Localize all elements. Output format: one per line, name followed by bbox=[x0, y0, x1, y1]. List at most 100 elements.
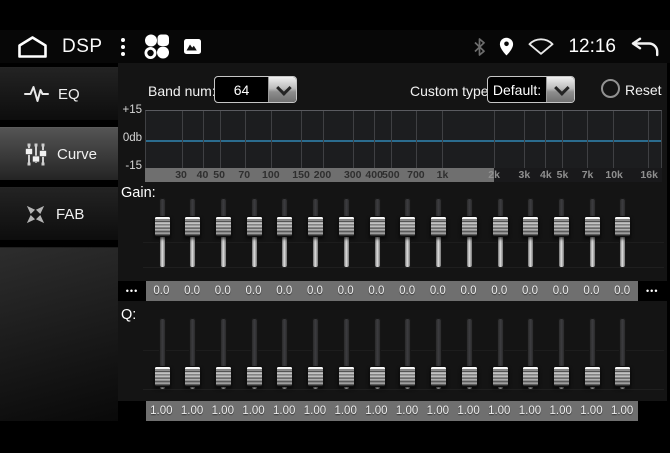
waveform-icon bbox=[24, 83, 49, 105]
slider-thumb[interactable] bbox=[614, 216, 631, 237]
gain-overflow-left-button[interactable]: ••• bbox=[118, 281, 146, 301]
q-slider[interactable] bbox=[338, 318, 355, 390]
slider-thumb[interactable] bbox=[492, 366, 509, 387]
slider-thumb[interactable] bbox=[522, 366, 539, 387]
slider-thumb[interactable] bbox=[461, 216, 478, 237]
back-icon[interactable] bbox=[629, 37, 660, 57]
gain-slider[interactable] bbox=[307, 198, 324, 268]
slider-thumb[interactable] bbox=[369, 366, 386, 387]
q-slider[interactable] bbox=[522, 318, 539, 390]
slider-thumb[interactable] bbox=[184, 216, 201, 237]
slider-thumb[interactable] bbox=[492, 216, 509, 237]
slider-thumb[interactable] bbox=[430, 366, 447, 387]
slider-thumb[interactable] bbox=[584, 216, 601, 237]
gain-slider[interactable] bbox=[522, 198, 539, 268]
band-num-dropdown[interactable]: 64 bbox=[214, 76, 297, 103]
freq-tick-label: 10k bbox=[605, 168, 623, 182]
slider-thumb[interactable] bbox=[246, 216, 263, 237]
freq-strip[interactable]: 304050701001502003004005007001k2k3k4k5k7… bbox=[145, 168, 662, 182]
home-icon[interactable] bbox=[17, 35, 48, 59]
reset-radio[interactable] bbox=[601, 79, 620, 98]
q-slider[interactable] bbox=[430, 318, 447, 390]
gain-value: 0.0 bbox=[361, 281, 392, 301]
slider-thumb[interactable] bbox=[154, 216, 171, 237]
gain-slider[interactable] bbox=[614, 198, 631, 268]
q-slider[interactable] bbox=[399, 318, 416, 390]
q-slider[interactable] bbox=[276, 318, 293, 390]
slider-thumb[interactable] bbox=[553, 216, 570, 237]
gain-slider[interactable] bbox=[154, 198, 171, 268]
sidebar-item-curve[interactable]: Curve bbox=[0, 127, 118, 180]
q-slider[interactable] bbox=[614, 318, 631, 390]
q-slider[interactable] bbox=[584, 318, 601, 390]
slider-thumb[interactable] bbox=[276, 216, 293, 237]
q-slider[interactable] bbox=[553, 318, 570, 390]
slider-thumb[interactable] bbox=[246, 366, 263, 387]
gallery-icon[interactable] bbox=[184, 39, 201, 54]
q-slider[interactable] bbox=[492, 318, 509, 390]
main-panel: Band num: 64 Custom type: Default: Reset… bbox=[118, 63, 667, 421]
slider-thumb[interactable] bbox=[461, 366, 478, 387]
slider-thumb[interactable] bbox=[307, 216, 324, 237]
slider-thumb[interactable] bbox=[614, 366, 631, 387]
gain-slider[interactable] bbox=[430, 198, 447, 268]
slider-thumb[interactable] bbox=[399, 216, 416, 237]
slider-thumb[interactable] bbox=[215, 216, 232, 237]
gain-slider[interactable] bbox=[246, 198, 263, 268]
gain-slider[interactable] bbox=[399, 198, 416, 268]
q-slider[interactable] bbox=[246, 318, 263, 390]
slider-thumb[interactable] bbox=[522, 216, 539, 237]
slider-thumb[interactable] bbox=[584, 366, 601, 387]
q-slider[interactable] bbox=[154, 318, 171, 390]
q-slider[interactable] bbox=[215, 318, 232, 390]
gain-slider[interactable] bbox=[584, 198, 601, 268]
gain-slider[interactable] bbox=[492, 198, 509, 268]
slider-thumb[interactable] bbox=[307, 366, 324, 387]
status-bar: DSP 12:16 bbox=[0, 30, 670, 63]
y-axis-label-0db: 0db bbox=[118, 132, 142, 144]
slider-thumb[interactable] bbox=[399, 366, 416, 387]
q-slider[interactable] bbox=[307, 318, 324, 390]
custom-type-dropdown[interactable]: Default: bbox=[487, 76, 575, 103]
overflow-menu-icon[interactable] bbox=[117, 36, 129, 58]
apps-icon[interactable] bbox=[143, 33, 170, 60]
graph-gridline bbox=[391, 111, 392, 168]
slider-thumb[interactable] bbox=[154, 366, 171, 387]
graph-gridline bbox=[323, 111, 324, 168]
sidebar-item-fab[interactable]: FAB bbox=[0, 187, 118, 240]
slider-thumb[interactable] bbox=[338, 366, 355, 387]
graph-gridline bbox=[182, 111, 183, 168]
slider-stem bbox=[590, 234, 595, 267]
custom-type-value: Default: bbox=[488, 77, 546, 102]
slider-thumb[interactable] bbox=[338, 216, 355, 237]
sidebar-item-eq[interactable]: EQ bbox=[0, 67, 118, 120]
slider-thumb[interactable] bbox=[369, 216, 386, 237]
gain-overflow-right-button[interactable]: ••• bbox=[638, 281, 668, 301]
q-value: 1.00 bbox=[361, 401, 392, 421]
freq-tick-label: 1k bbox=[437, 168, 449, 182]
gain-slider[interactable] bbox=[276, 198, 293, 268]
gain-slider[interactable] bbox=[184, 198, 201, 268]
graph-gridline bbox=[442, 111, 443, 168]
gain-slider[interactable] bbox=[369, 198, 386, 268]
q-value: 1.00 bbox=[177, 401, 208, 421]
slider-thumb[interactable] bbox=[553, 366, 570, 387]
gain-slider[interactable] bbox=[215, 198, 232, 268]
custom-type-label: Custom type: bbox=[410, 83, 492, 99]
slider-thumb[interactable] bbox=[215, 366, 232, 387]
slider-thumb[interactable] bbox=[430, 216, 447, 237]
freq-tick-label: 400 bbox=[365, 168, 383, 182]
gain-slider[interactable] bbox=[338, 198, 355, 268]
slider-stem bbox=[375, 234, 380, 267]
gain-value: 0.0 bbox=[453, 281, 484, 301]
graph-gridline bbox=[524, 111, 525, 168]
sidebar-item-label: Curve bbox=[57, 146, 97, 163]
gain-slider[interactable] bbox=[461, 198, 478, 268]
q-slider[interactable] bbox=[184, 318, 201, 390]
slider-thumb[interactable] bbox=[276, 366, 293, 387]
gain-slider[interactable] bbox=[553, 198, 570, 268]
slider-thumb[interactable] bbox=[184, 366, 201, 387]
graph-gridline bbox=[220, 111, 221, 168]
q-slider[interactable] bbox=[461, 318, 478, 390]
q-slider[interactable] bbox=[369, 318, 386, 390]
